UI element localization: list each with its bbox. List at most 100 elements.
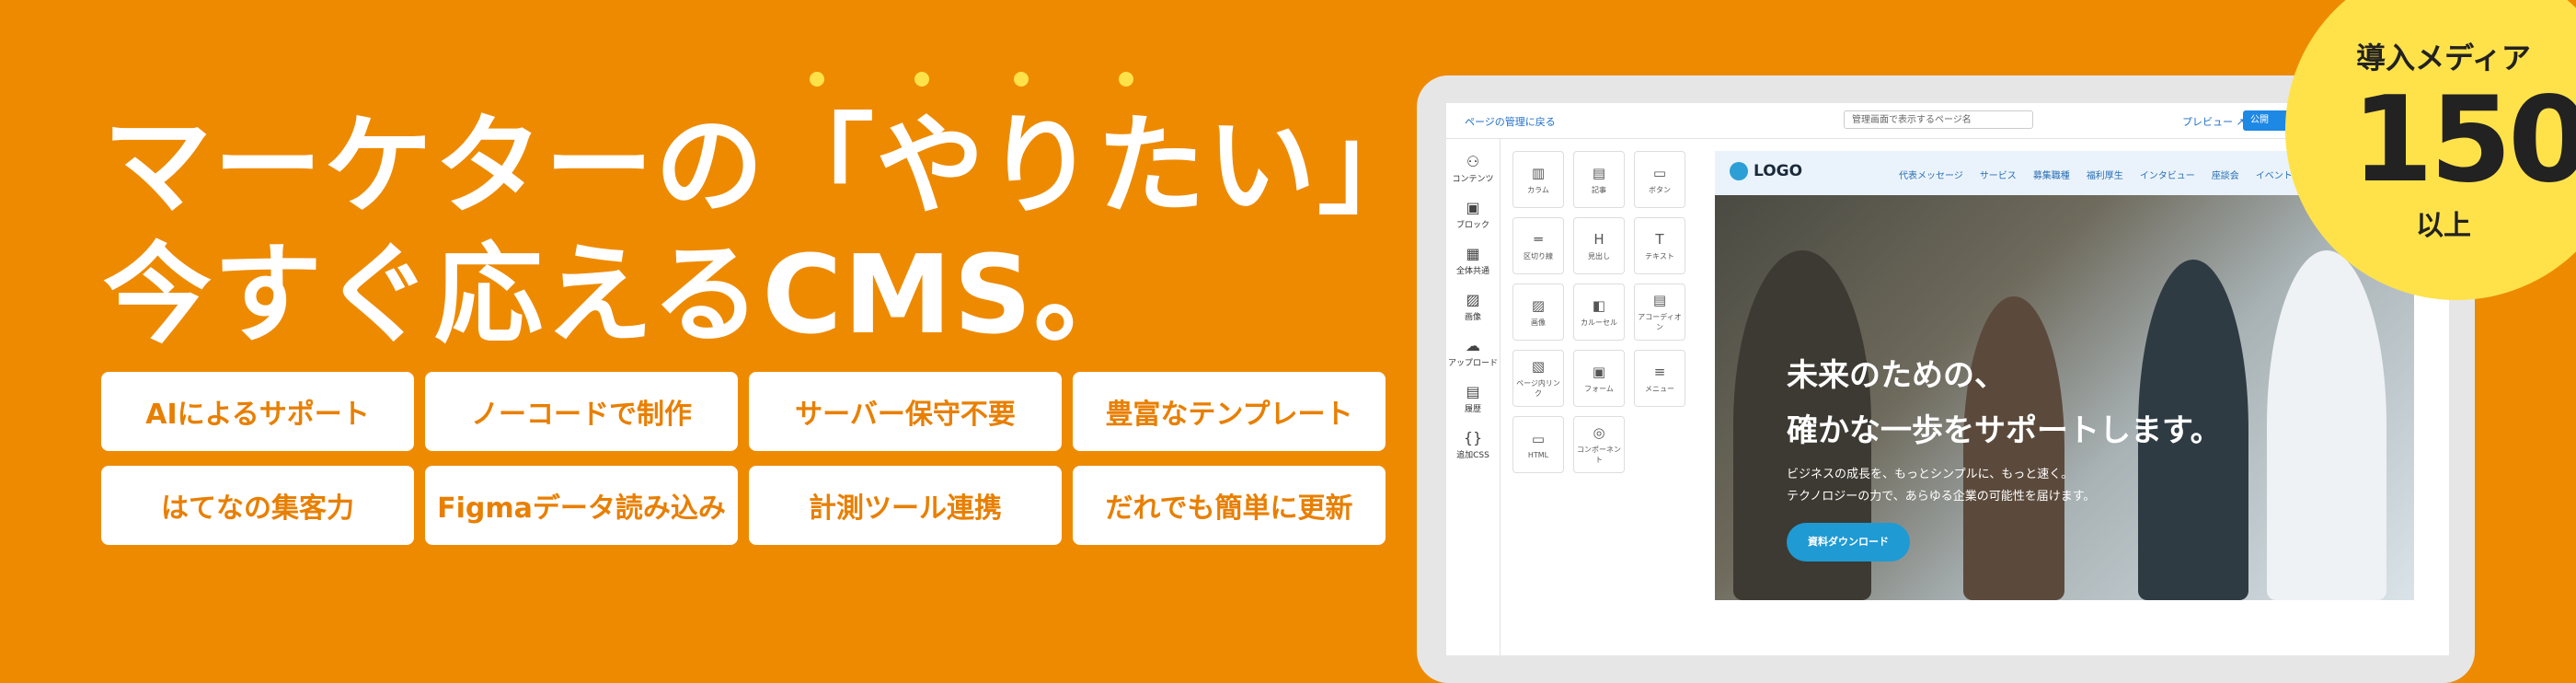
editor-sidebar: ⚇ コンテンツ ▣ ブロック ▦ 全体共通 ▨ 画像 ☁ アップロード ▤ 履歴 {} 追加C…	[1446, 138, 1501, 655]
article-icon: ▤	[1592, 164, 1606, 181]
history-icon: ▤	[1466, 383, 1480, 400]
feature-list: AIによるサポート ノーコードで制作 サーバー保守不要 豊富なテンプレート はて…	[101, 372, 1386, 545]
emphasis-dot	[810, 72, 824, 87]
headline-line-1: マーケターの「やりたい」に、	[103, 101, 1646, 230]
feature-chip: AIによるサポート	[101, 372, 414, 451]
emphasis-dot	[914, 72, 929, 87]
code-icon: {}	[1463, 429, 1483, 446]
block-icon: ▣	[1466, 199, 1480, 216]
block-tile-column[interactable]: ▥ カラム	[1512, 151, 1564, 208]
feature-chip: Figmaデータ読み込み	[425, 466, 738, 545]
block-tile-heading[interactable]: H 見出し	[1573, 217, 1625, 274]
nav-link[interactable]: サービス	[1980, 168, 2017, 181]
tile-label: テキスト	[1645, 251, 1674, 260]
tile-label: ボタン	[1649, 185, 1671, 194]
hero-heading-line-1: 未来のための、	[1787, 357, 2006, 394]
headline-line-2: 今すぐ応えるCMS。	[103, 231, 1144, 358]
upload-icon: ☁	[1466, 337, 1480, 354]
headline-emphasis: 「やりたい」	[765, 102, 1429, 229]
sidebar-label: コンテンツ	[1452, 175, 1494, 184]
block-tile-page-link[interactable]: ▧ ページ内リンク	[1512, 350, 1564, 407]
tile-label: 区切り線	[1524, 251, 1553, 260]
image-icon: ▨	[1531, 296, 1546, 314]
tile-label: 画像	[1531, 318, 1546, 327]
nav-link[interactable]: 募集職種	[2033, 168, 2070, 181]
nav-link[interactable]: 座談会	[2212, 168, 2239, 181]
hero-heading-line-2: 確かな一歩をサポートします。	[1787, 412, 2222, 449]
sidebar-item-history[interactable]: ▤ 履歴	[1446, 383, 1500, 414]
block-tile-carousel[interactable]: ◧ カルーセル	[1573, 284, 1625, 341]
hero-subtext-line: テクノロジーの力で、あらゆる企業の可能性を届けます。	[1787, 490, 2096, 504]
preview-link[interactable]: プレビュー ↗	[2182, 114, 2245, 129]
preview-label: プレビュー	[2182, 116, 2233, 128]
nav-link[interactable]: 福利厚生	[2087, 168, 2123, 181]
sidebar-item-css[interactable]: {} 追加CSS	[1446, 429, 1500, 460]
hero-subtext-line: ビジネスの成長を、もっとシンプルに、もっと速く。	[1787, 468, 2074, 481]
tile-label: メニュー	[1645, 384, 1674, 393]
emphasis-dots	[810, 72, 1141, 90]
headline-part: マーケターの	[103, 102, 766, 229]
sidebar-label: 画像	[1464, 313, 1481, 322]
feature-chip: ノーコードで制作	[425, 372, 738, 451]
block-tile-html[interactable]: ▭ HTML	[1512, 416, 1564, 473]
tile-label: カルーセル	[1581, 318, 1617, 327]
block-tile-accordion[interactable]: ▤ アコーディオン	[1634, 284, 1685, 341]
back-link[interactable]: ページの管理に戻る	[1465, 114, 1556, 129]
block-tile-text[interactable]: T テキスト	[1634, 217, 1685, 274]
nav-link[interactable]: イベント	[2256, 168, 2293, 181]
column-icon: ▥	[1531, 164, 1546, 181]
block-tile-button[interactable]: ▭ ボタン	[1634, 151, 1685, 208]
tile-label: 見出し	[1588, 251, 1610, 260]
headline: マーケターの「やりたい」に、 今すぐ応えるCMS。	[103, 101, 1646, 359]
logo-text: LOGO	[1754, 162, 1803, 180]
sidebar-label: アップロード	[1447, 359, 1498, 368]
tile-label: アコーディオン	[1638, 313, 1682, 331]
tile-label: ページ内リンク	[1516, 379, 1560, 398]
download-button[interactable]: 資料ダウンロード	[1787, 523, 1910, 561]
nav-link[interactable]: 代表メッセージ	[1899, 168, 1963, 181]
block-tile-image[interactable]: ▨ 画像	[1512, 284, 1564, 341]
page-name-input[interactable]: 管理画面で表示するページ名	[1844, 110, 2033, 129]
sidebar-label: ブロック	[1455, 221, 1489, 230]
html-icon: ▭	[1531, 430, 1546, 447]
block-tile-menu[interactable]: ≡ メニュー	[1634, 350, 1685, 407]
tile-label: カラム	[1527, 185, 1549, 194]
sidebar-label: 追加CSS	[1456, 451, 1489, 460]
block-tile-article[interactable]: ▤ 記事	[1573, 151, 1625, 208]
hero-photo: 未来のための、 確かな一歩をサポートします。 ビジネスの成長を、もっとシンプルに…	[1715, 195, 2414, 600]
feature-chip: はてなの集客力	[101, 466, 414, 545]
site-nav-links: 代表メッセージ サービス 募集職種 福利厚生 インタビュー 座談会 イベント	[1899, 168, 2293, 181]
sidebar-item-image[interactable]: ▨ 画像	[1446, 291, 1500, 322]
sidebar-item-contents[interactable]: ⚇ コンテンツ	[1446, 153, 1500, 184]
page-link-icon: ▧	[1531, 358, 1546, 375]
layout-icon: ▦	[1466, 245, 1480, 262]
block-tile-divider[interactable]: ═ 区切り線	[1512, 217, 1564, 274]
sidebar-item-upload[interactable]: ☁ アップロード	[1446, 337, 1500, 368]
divider-icon: ═	[1534, 230, 1543, 248]
feature-chip: 豊富なテンプレート	[1073, 372, 1386, 451]
feature-chip: だれでも簡単に更新	[1073, 466, 1386, 545]
sidebar-label: 履歴	[1464, 405, 1481, 414]
component-icon: ◎	[1593, 424, 1605, 441]
sidebar-item-block[interactable]: ▣ ブロック	[1446, 199, 1500, 230]
form-icon: ▣	[1592, 363, 1606, 380]
image-icon: ▨	[1466, 291, 1480, 308]
hero-subtext: ビジネスの成長を、もっとシンプルに、もっと速く。テクノロジーの力で、あらゆる企業…	[1787, 464, 2095, 508]
sidebar-label: 全体共通	[1455, 267, 1489, 276]
badge-number: 150	[2352, 72, 2576, 209]
accordion-icon: ▤	[1652, 292, 1667, 308]
feature-chip: サーバー保守不要	[749, 372, 1062, 451]
tile-label: コンポーネント	[1577, 446, 1621, 464]
nav-link[interactable]: インタビュー	[2140, 168, 2195, 181]
heading-icon: H	[1593, 230, 1604, 248]
site-logo[interactable]: LOGO	[1730, 162, 1802, 180]
block-tile-component[interactable]: ◎ コンポーネント	[1573, 416, 1625, 473]
logo-mark-icon	[1730, 162, 1748, 180]
block-tile-form[interactable]: ▣ フォーム	[1573, 350, 1625, 407]
menu-icon: ≡	[1653, 363, 1666, 380]
person-silhouette	[2267, 250, 2386, 600]
button-icon: ▭	[1652, 164, 1667, 181]
feature-chip: 計測ツール連携	[749, 466, 1062, 545]
sidebar-item-common[interactable]: ▦ 全体共通	[1446, 245, 1500, 276]
badge-unit: 以上	[2416, 210, 2471, 242]
